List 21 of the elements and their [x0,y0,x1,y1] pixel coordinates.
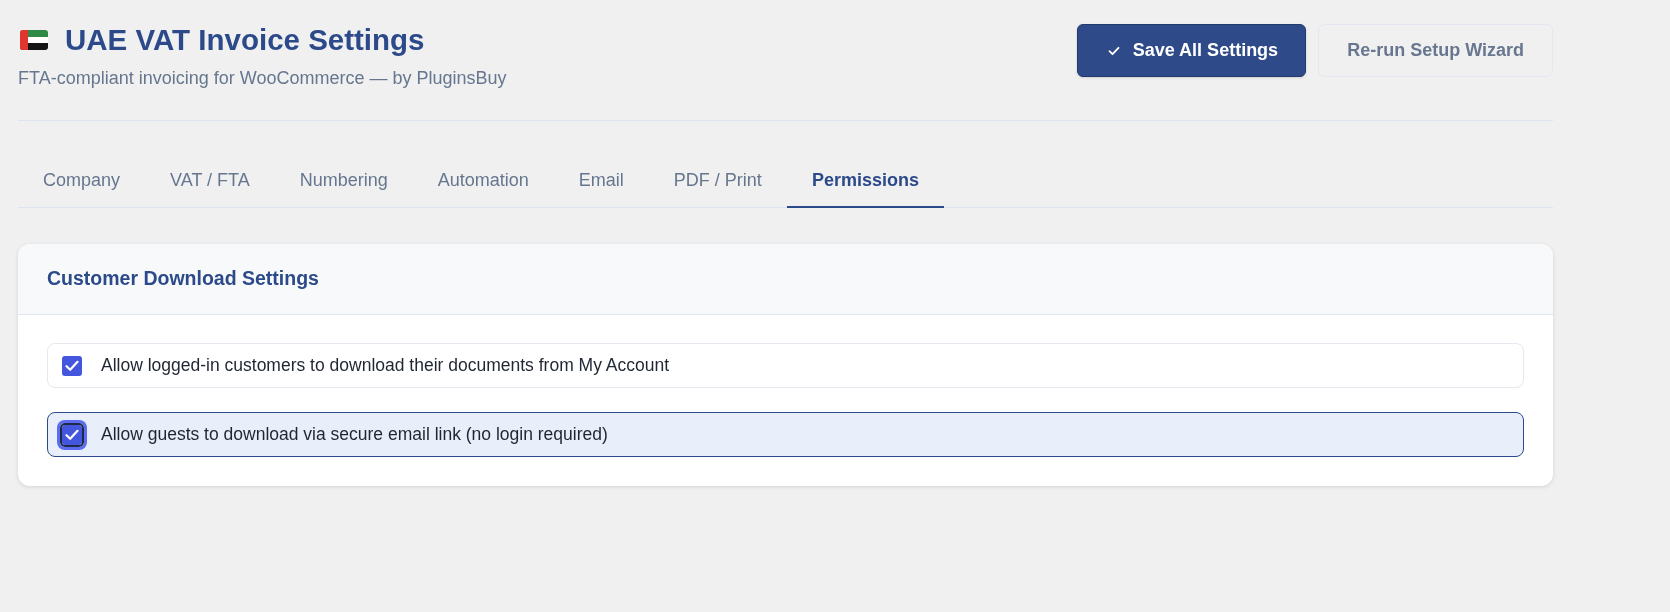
option-label: Allow logged-in customers to download their documents from My Account [101,354,670,378]
tab[interactable]: Numbering [274,155,413,208]
page-title: UAE VAT Invoice Settings [65,22,425,58]
checkbox-option[interactable]: Allow logged-in customers to download their documents from My Account [47,343,1524,388]
tab[interactable]: Permissions [786,155,944,208]
tab[interactable]: VAT / FTA [145,155,275,208]
flag-icon [20,30,48,50]
setup-wizard-button[interactable]: Re-run Setup Wizard [1318,24,1553,77]
checkbox[interactable] [62,355,82,376]
tab[interactable]: Automation [412,155,554,208]
checkbox-option[interactable]: Allow guests to download via secure email link (no login required) [47,412,1524,457]
tab[interactable]: PDF / Print [648,155,787,208]
section-title: Customer Download Settings [47,266,319,292]
tick-icon [65,428,79,441]
check-icon [1107,45,1120,56]
save-button[interactable]: Save All Settings [1076,24,1307,77]
tab[interactable]: Email [553,155,649,208]
tick-icon [65,359,79,372]
page-subtitle: FTA-compliant invoicing for WooCommerce — by PluginsBuy [18,67,507,90]
option-label: Allow guests to download via secure email link (no login required) [101,423,608,447]
tab[interactable]: Company [18,155,146,208]
